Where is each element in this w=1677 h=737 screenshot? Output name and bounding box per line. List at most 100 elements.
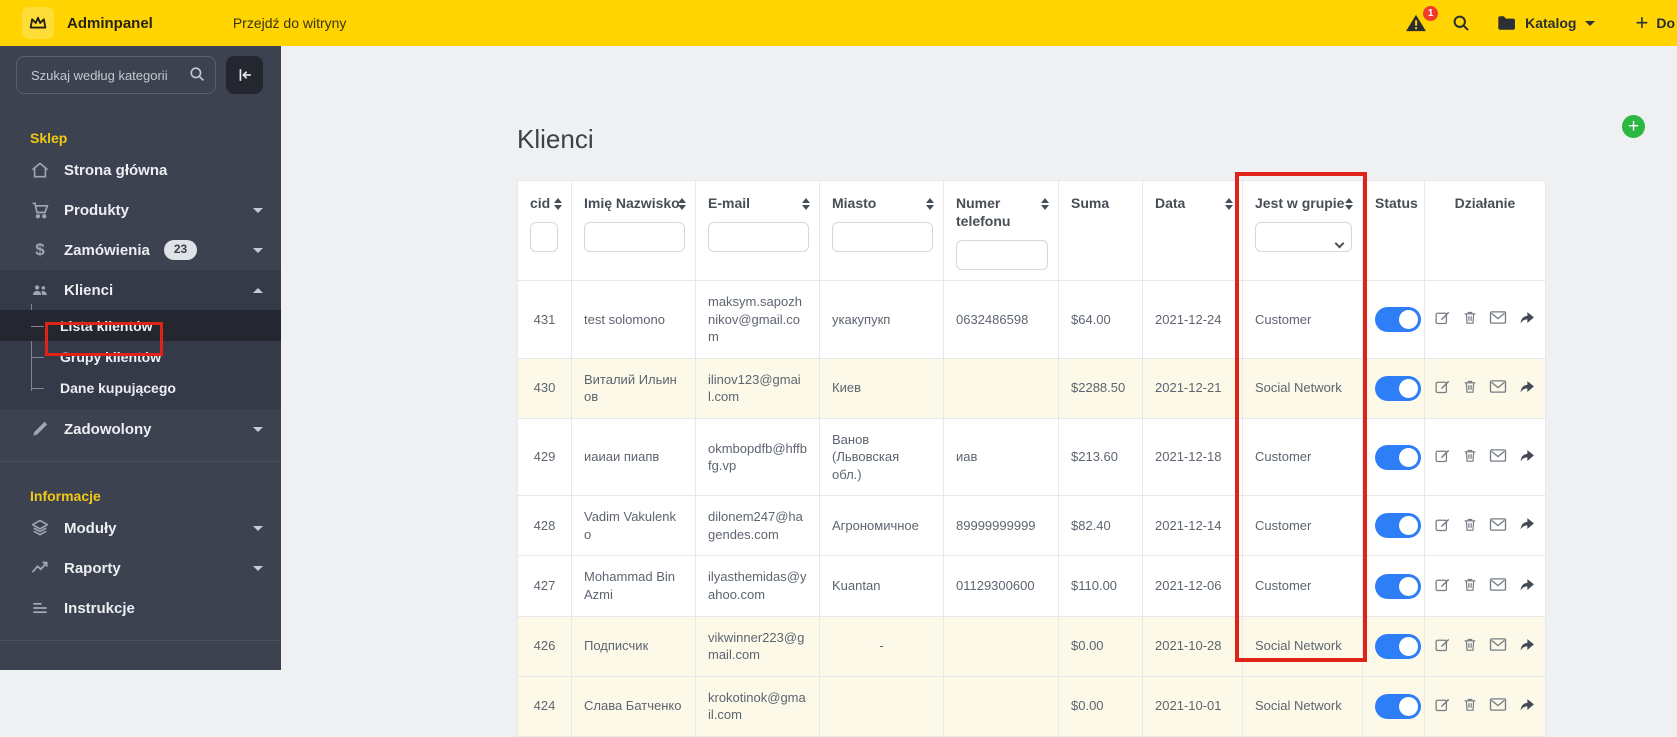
table-row-431: 431 test solomono maksym.sapozhnikov@gmail… xyxy=(517,280,1546,359)
status-toggle[interactable] xyxy=(1375,633,1421,659)
delete-icon xyxy=(1462,516,1478,536)
sidebar-subitem-lista-klientów[interactable]: Lista klientów xyxy=(0,310,281,341)
email-button[interactable] xyxy=(1489,637,1507,655)
sidebar-item-raporty[interactable]: Raporty xyxy=(0,548,281,588)
cell-city: - xyxy=(819,615,944,677)
email-button[interactable] xyxy=(1489,577,1507,595)
column-header-e-mail[interactable]: E-mail xyxy=(695,180,820,281)
email-button[interactable] xyxy=(1489,379,1507,397)
cell-total: $0.00 xyxy=(1058,675,1143,737)
sort-icon[interactable] xyxy=(678,198,686,210)
delete-button[interactable] xyxy=(1462,309,1478,329)
edit-button[interactable] xyxy=(1434,447,1451,467)
sort-icon[interactable] xyxy=(1225,198,1233,210)
email-button[interactable] xyxy=(1489,310,1507,328)
forward-button[interactable] xyxy=(1518,697,1536,716)
forward-button[interactable] xyxy=(1518,310,1536,329)
sidebar-item-instrukcje[interactable]: Instrukcje xyxy=(0,588,281,628)
sort-icon[interactable] xyxy=(926,198,934,210)
status-toggle[interactable] xyxy=(1375,573,1421,599)
filter-input-miasto[interactable] xyxy=(832,222,933,252)
status-toggle[interactable] xyxy=(1375,693,1421,719)
cell-name: Слава Батченко xyxy=(571,675,696,737)
edit-button[interactable] xyxy=(1434,696,1451,716)
sidebar-nav: Sklep Strona główna Produkty $ Zamówienia 23 K… xyxy=(0,104,281,641)
column-label: Status xyxy=(1375,195,1418,211)
sort-icon[interactable] xyxy=(554,198,562,210)
category-search-input[interactable] xyxy=(16,56,216,94)
sidebar-subitem-grupy-klientów[interactable]: Grupy klientów xyxy=(0,341,281,372)
delete-button[interactable] xyxy=(1462,636,1478,656)
email-button[interactable] xyxy=(1489,517,1507,535)
catalog-dropdown[interactable]: Katalog xyxy=(1497,15,1596,31)
forward-icon xyxy=(1518,697,1536,716)
sidebar-collapse-button[interactable] xyxy=(226,56,263,94)
row-actions xyxy=(1434,309,1536,329)
status-toggle[interactable] xyxy=(1375,306,1421,332)
filter-input-e-mail[interactable] xyxy=(708,222,809,252)
cell-date: 2021-12-14 xyxy=(1142,495,1243,557)
edit-button[interactable] xyxy=(1434,378,1451,398)
delete-button[interactable] xyxy=(1462,378,1478,398)
delete-button[interactable] xyxy=(1462,696,1478,716)
filter-input-cid[interactable] xyxy=(530,222,558,252)
sidebar-item-label: Zadowolony xyxy=(64,420,152,438)
status-toggle[interactable] xyxy=(1375,444,1421,470)
goto-site-link[interactable]: Przejdź do witryny xyxy=(233,15,347,31)
forward-button[interactable] xyxy=(1518,637,1536,656)
sort-icon[interactable] xyxy=(802,198,810,210)
sidebar-item-zadowolony[interactable]: Zadowolony xyxy=(0,409,281,449)
forward-button[interactable] xyxy=(1518,379,1536,398)
edit-icon xyxy=(1434,516,1451,536)
alert-count-badge: 1 xyxy=(1423,6,1439,21)
forward-icon xyxy=(1518,448,1536,467)
status-toggle[interactable] xyxy=(1375,375,1421,401)
status-toggle[interactable] xyxy=(1375,513,1421,539)
cell-name: Подписчик xyxy=(571,615,696,677)
delete-button[interactable] xyxy=(1462,576,1478,596)
forward-button[interactable] xyxy=(1518,448,1536,467)
table-row-429: 429 иаиаи пиапв okmbopdfb@hffbfg.vp Ванов (… xyxy=(517,417,1546,497)
delete-icon xyxy=(1462,309,1478,329)
page-title: Klienci xyxy=(517,124,594,154)
column-header-miasto[interactable]: Miasto xyxy=(819,180,944,281)
email-button[interactable] xyxy=(1489,697,1507,715)
cell-email: krokotinok@gmail.com xyxy=(695,675,820,737)
sort-icon[interactable] xyxy=(1041,198,1049,210)
cell-status xyxy=(1362,417,1425,497)
delete-button[interactable] xyxy=(1462,516,1478,536)
cell-date: 2021-12-18 xyxy=(1142,417,1243,497)
delete-button[interactable] xyxy=(1462,447,1478,467)
filter-input-numer-telefonu[interactable] xyxy=(956,240,1048,270)
column-header-działanie: Działanie xyxy=(1424,180,1546,281)
sidebar-item-produkty[interactable]: Produkty xyxy=(0,190,281,230)
column-header-imię-nazwisko[interactable]: Imię Nazwisko xyxy=(571,180,696,281)
column-header-jest-w-grupie[interactable]: Jest w grupie xyxy=(1242,180,1363,281)
sidebar-item-strona-główna[interactable]: Strona główna xyxy=(0,150,281,190)
edit-icon xyxy=(1434,309,1451,329)
add-new-button[interactable]: + Do xyxy=(1635,12,1677,34)
column-header-data[interactable]: Data xyxy=(1142,180,1243,281)
sidebar-subitem-dane-kupującego[interactable]: Dane kupującego xyxy=(0,372,281,403)
email-button[interactable] xyxy=(1489,448,1507,466)
sort-icon[interactable] xyxy=(1345,198,1353,210)
global-search-button[interactable] xyxy=(1451,13,1471,33)
edit-button[interactable] xyxy=(1434,636,1451,656)
sidebar: Sklep Strona główna Produkty $ Zamówienia 23 K… xyxy=(0,46,281,670)
column-header-numer-telefonu[interactable]: Numer telefonu xyxy=(943,180,1059,281)
add-customer-button[interactable]: + xyxy=(1622,115,1645,138)
forward-button[interactable] xyxy=(1518,516,1536,535)
sidebar-item-zamówienia[interactable]: $ Zamówienia 23 xyxy=(0,230,281,270)
edit-button[interactable] xyxy=(1434,309,1451,329)
forward-button[interactable] xyxy=(1518,577,1536,596)
cell-status xyxy=(1362,675,1425,737)
alerts-button[interactable]: 1 xyxy=(1405,6,1439,33)
group-filter-select[interactable] xyxy=(1255,222,1352,252)
filter-input-imię-nazwisko[interactable] xyxy=(584,222,685,252)
column-header-cid[interactable]: cid xyxy=(517,180,572,281)
edit-button[interactable] xyxy=(1434,576,1451,596)
edit-button[interactable] xyxy=(1434,516,1451,536)
section-label-informacje: Informacje xyxy=(30,488,101,504)
sidebar-item-moduły[interactable]: Moduły xyxy=(0,508,281,548)
sidebar-item-klienci[interactable]: Klienci xyxy=(0,270,281,310)
